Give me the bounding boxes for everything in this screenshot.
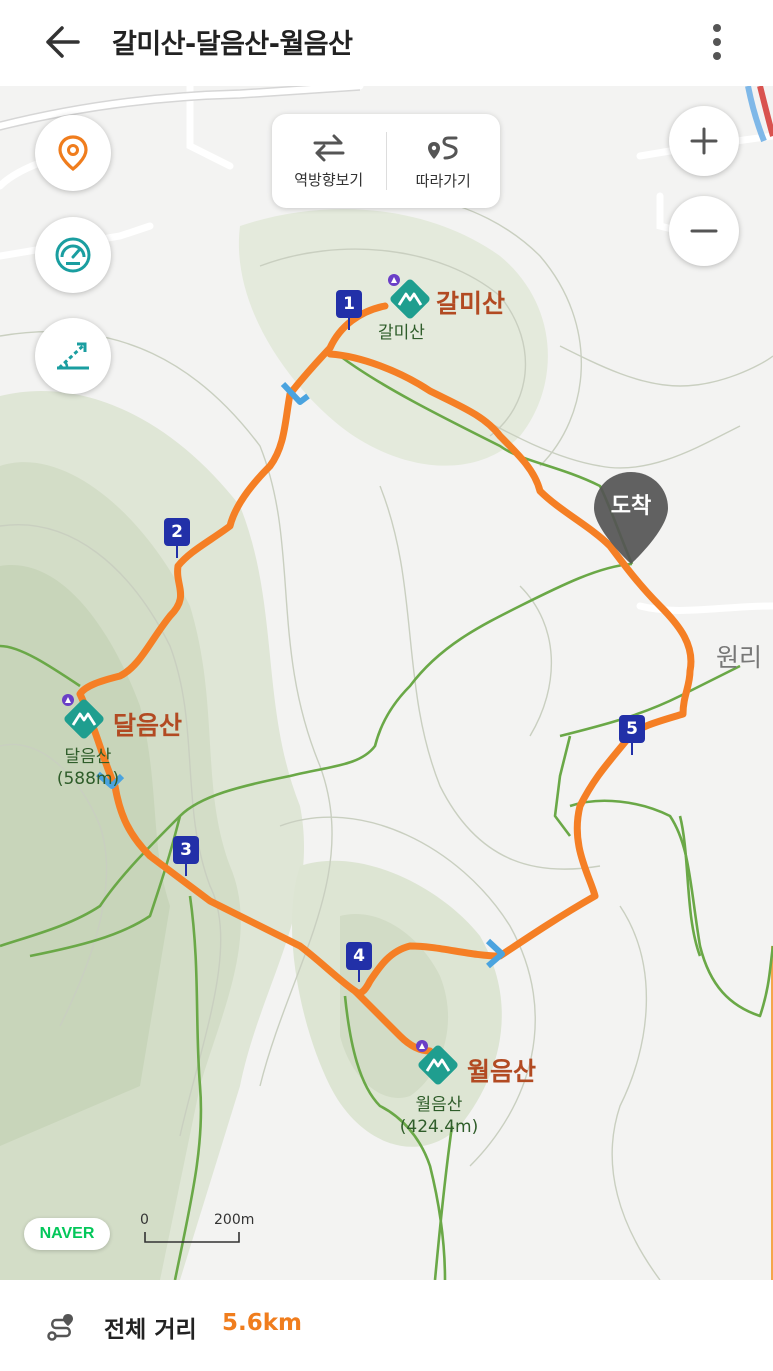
more-vertical-icon [713,24,721,60]
slope-icon [57,342,89,370]
follow-button[interactable]: 따라가기 [387,114,501,208]
peak-sublabel-dalum: 달음산 (588m) [56,746,120,790]
peak-elevation-dalum: (588m) [56,769,120,789]
peak-elevation-wolum: (424.4m) [399,1117,479,1137]
swap-arrows-icon [313,134,345,161]
waypoint-marker-3[interactable]: 3 [173,836,199,876]
waypoint-marker-4[interactable]: 4 [346,942,372,982]
scale-zero: 0 [140,1212,149,1228]
more-button[interactable] [700,20,734,64]
zoom-out-button[interactable] [669,196,739,266]
follow-route-icon [428,136,458,159]
naver-logo: NAVER [24,1218,110,1250]
plus-icon [690,127,718,155]
speed-button[interactable] [35,217,111,293]
peak-label-dalum: 달음산 [113,711,183,740]
app-header: 갈미산-달음산-월음산 [0,0,773,86]
peak-sub-name-dalum: 달음산 [64,747,112,767]
peak-sublabel-wolum: 월음산 (424.4m) [394,1094,484,1138]
location-button[interactable] [35,115,111,191]
peak-label-galmi: 갈미산 [436,289,506,318]
map-canvas [0,86,773,1280]
arrival-label: 도착 [610,494,652,519]
mountain-peak-icon[interactable] [60,694,110,744]
mountain-peak-icon[interactable] [386,274,436,324]
mountain-peak-icon[interactable] [414,1040,464,1090]
arrival-marker[interactable]: 도착 [592,470,670,566]
reverse-view-label: 역방향보기 [294,170,364,189]
reverse-view-button[interactable]: 역방향보기 [272,114,386,208]
route-icon [47,1314,73,1341]
slope-button[interactable] [35,318,111,394]
location-pin-icon [58,135,88,172]
peak-label-wolum: 월음산 [467,1057,537,1086]
scale-bar [144,1232,240,1243]
waypoint-marker-2[interactable]: 2 [164,518,190,558]
peak-sub-name-wolum: 월음산 [415,1095,463,1115]
gauge-icon [55,237,91,273]
route-toolbar: 역방향보기 따라가기 [272,114,500,208]
summary-bar: 전체 거리 5.6km [0,1280,773,1371]
back-button[interactable] [40,22,86,62]
map-view[interactable]: 역방향보기 따라가기 갈미산 갈미산 달음산 달음산 (588m) 월음산 월음… [0,86,773,1280]
scale-distance: 200m [214,1212,255,1228]
minus-icon [690,229,718,233]
arrow-left-icon [46,26,80,58]
total-distance-value: 5.6km [222,1310,303,1336]
follow-label: 따라가기 [415,171,471,190]
peak-sublabel-galmi: 갈미산 [378,323,425,343]
page-title: 갈미산-달음산-월음산 [112,29,353,60]
zoom-in-button[interactable] [669,106,739,176]
waypoint-marker-5[interactable]: 5 [619,715,645,755]
place-label: 원리 [716,643,763,672]
total-distance-label: 전체 거리 [104,1317,197,1343]
waypoint-marker-1[interactable]: 1 [336,290,362,330]
